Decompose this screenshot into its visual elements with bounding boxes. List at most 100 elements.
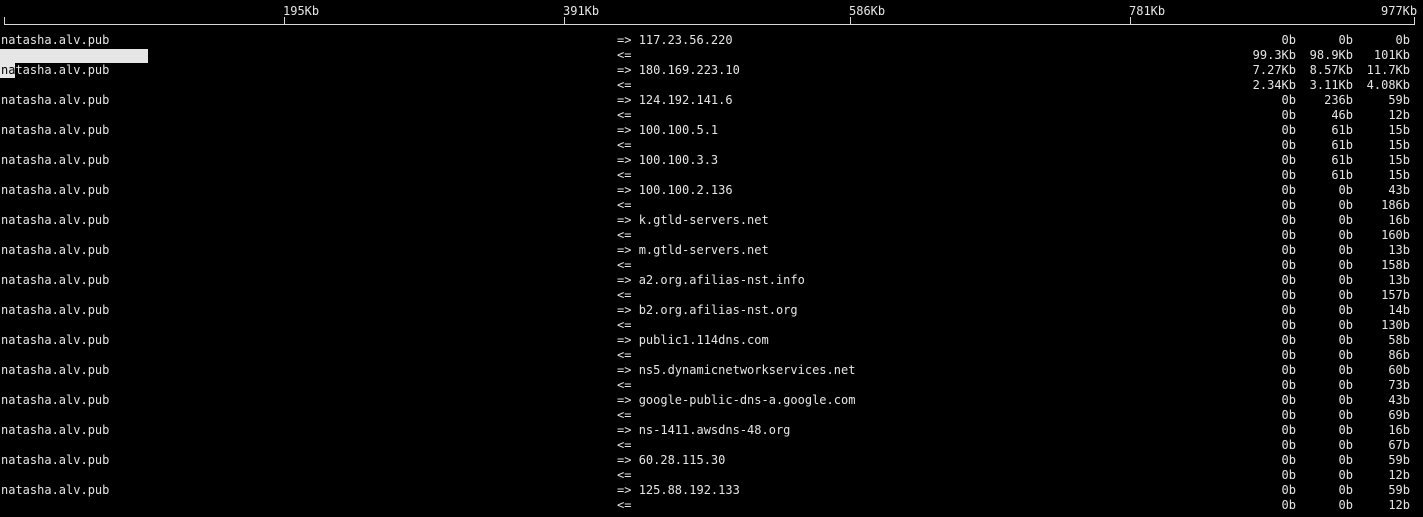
connection-row[interactable]: natasha.alv.pub => 60.28.115.30 0b 0b 59b <= 0… (0, 453, 1423, 483)
destination-name: ns5.dynamicnetworkservices.net (638, 363, 856, 377)
sent-rate: 0b (1338, 333, 1353, 347)
destination-host: => 100.100.5.1 (617, 123, 718, 138)
inbound-arrow: <= (617, 48, 632, 62)
connection-row[interactable]: natasha.alv.pub => a2.org.afilias-nst.inf… (0, 273, 1423, 303)
outbound-line: natasha.alv.pub => 100.100.2.136 0b 0b 43b (0, 183, 1423, 198)
outbound-line: natasha.alv.pub => m.gtld-servers.net 0b 0b… (0, 243, 1423, 258)
source-host: natasha.alv.pub (1, 453, 110, 467)
sent-rate: 61b (1331, 123, 1353, 137)
connection-row[interactable]: natasha.alv.pub => ns-1411.awsdns-48.org 0… (0, 423, 1423, 453)
recv-rate: 0b (1281, 408, 1296, 422)
source-host: natasha.alv.pub (1, 393, 110, 407)
recv-rate: 3.11Kb (1309, 78, 1353, 92)
destination-host: => 100.100.3.3 (617, 153, 718, 168)
connection-list: natasha.alv.pub => 117.23.56.220 0b 0b 0b <= 9… (0, 33, 1423, 513)
recv-rate: 0b (1281, 378, 1296, 392)
source-host: natasha.alv.pub (1, 63, 109, 78)
sent-rate: 43b (1388, 183, 1410, 197)
inbound-line: <= 0b 0b 12b (0, 468, 1423, 483)
recv-rate: 0b (1338, 408, 1353, 422)
sent-rate: 0b (1281, 333, 1296, 347)
outbound-arrow: => (617, 423, 632, 437)
recv-rate: 0b (1281, 168, 1296, 182)
inbound-line: <= 0b 61b 15b (0, 138, 1423, 153)
destination-name: k.gtld-servers.net (638, 213, 769, 227)
sent-rate: 0b (1281, 183, 1296, 197)
recv-rate: 0b (1338, 258, 1353, 272)
outbound-arrow: => (617, 63, 632, 77)
scale-label-5: 977Kb (1381, 4, 1418, 18)
sent-rate: 0b (1281, 33, 1296, 47)
connection-row[interactable]: natasha.alv.pub => public1.114dns.com 0b 0b… (0, 333, 1423, 363)
recv-rate: 0b (1338, 198, 1353, 212)
source-host: natasha.alv.pub (1, 483, 110, 497)
sent-rate: 0b (1281, 423, 1296, 437)
recv-rate: 0b (1281, 348, 1296, 362)
connection-row[interactable]: natasha.alv.pub => m.gtld-servers.net 0b 0b… (0, 243, 1423, 273)
recv-rate: 0b (1338, 318, 1353, 332)
sent-rate: 0b (1338, 483, 1353, 497)
inbound-line: <= 0b 0b 86b (0, 348, 1423, 363)
destination-name: b2.org.afilias-nst.org (638, 303, 798, 317)
sent-rate: 16b (1388, 423, 1410, 437)
scale-tick (284, 17, 285, 25)
inbound-arrow: <= (617, 228, 632, 242)
connection-row[interactable]: natasha.alv.pub => google-public-dns-a.go… (0, 393, 1423, 423)
sent-rate: 0b (1281, 93, 1296, 107)
inbound-arrow: <= (617, 78, 632, 92)
connection-row[interactable]: natasha.alv.pub => 125.88.192.133 0b 0b 59b <… (0, 483, 1423, 513)
sent-rate: 13b (1388, 243, 1410, 257)
inbound-arrow: <= (617, 198, 632, 212)
connection-row[interactable]: natasha.alv.pub => 100.100.3.3 0b 61b 15b <= 0… (0, 153, 1423, 183)
recv-rate: 0b (1281, 198, 1296, 212)
connection-row[interactable]: natasha.alv.pub => ns5.dynamicnetworkserv… (0, 363, 1423, 393)
sent-rate: 0b (1338, 183, 1353, 197)
bandwidth-scale: 195Kb 391Kb 586Kb 781Kb 977Kb (0, 0, 1423, 30)
sent-rate: 59b (1388, 453, 1410, 467)
sent-rate: 8.57Kb (1309, 63, 1353, 77)
scale-label-3: 586Kb (849, 4, 886, 18)
sent-rate: 61b (1331, 153, 1353, 167)
sent-rate: 58b (1388, 333, 1410, 347)
outbound-arrow: => (617, 213, 632, 227)
scale-label-1: 195Kb (283, 4, 320, 18)
connection-row[interactable]: natasha.alv.pub => 180.169.223.10 7.27Kb 8.… (0, 63, 1423, 93)
connection-row[interactable]: natasha.alv.pub => 124.192.141.6 0b 236b 59b… (0, 93, 1423, 123)
traffic-bar-in (0, 49, 148, 63)
connection-row[interactable]: natasha.alv.pub => 117.23.56.220 0b 0b 0b <= 9… (0, 33, 1423, 63)
connection-row[interactable]: natasha.alv.pub => 100.100.2.136 0b 0b 43b <=… (0, 183, 1423, 213)
recv-rate: 130b (1381, 318, 1410, 332)
outbound-arrow: => (617, 273, 632, 287)
destination-name: m.gtld-servers.net (638, 243, 769, 257)
sent-rate: 0b (1338, 363, 1353, 377)
recv-rate: 12b (1388, 498, 1410, 512)
connection-row[interactable]: natasha.alv.pub => k.gtld-servers.net 0b 0b… (0, 213, 1423, 243)
sent-rate: 15b (1388, 153, 1410, 167)
destination-host: => b2.org.afilias-nst.org (617, 303, 798, 318)
destination-host: => public1.114dns.com (617, 333, 769, 348)
destination-host: => 117.23.56.220 (617, 33, 733, 48)
connection-row[interactable]: natasha.alv.pub => 100.100.5.1 0b 61b 15b <= 0… (0, 123, 1423, 153)
outbound-line: natasha.alv.pub => 100.100.5.1 0b 61b 15b (0, 123, 1423, 138)
sent-rate: 13b (1388, 273, 1410, 287)
destination-name: 180.169.223.10 (638, 63, 740, 77)
sent-rate: 43b (1388, 393, 1410, 407)
inbound-line: <= 0b 0b 12b (0, 498, 1423, 513)
destination-host: => 180.169.223.10 (617, 63, 740, 78)
source-host: natasha.alv.pub (1, 423, 110, 437)
scale-tick (1414, 17, 1415, 25)
connection-row[interactable]: natasha.alv.pub => b2.org.afilias-nst.org… (0, 303, 1423, 333)
inbound-line: <= 0b 0b 73b (0, 378, 1423, 393)
destination-host: => ns5.dynamicnetworkservices.net (617, 363, 855, 378)
sent-rate: 0b (1281, 273, 1296, 287)
inbound-arrow: <= (617, 318, 632, 332)
sent-rate: 16b (1388, 213, 1410, 227)
sent-rate: 59b (1388, 483, 1410, 497)
recv-rate: 0b (1338, 378, 1353, 392)
inbound-line: <= 0b 0b 130b (0, 318, 1423, 333)
inbound-line: <= 0b 0b 158b (0, 258, 1423, 273)
sent-rate: 0b (1281, 213, 1296, 227)
